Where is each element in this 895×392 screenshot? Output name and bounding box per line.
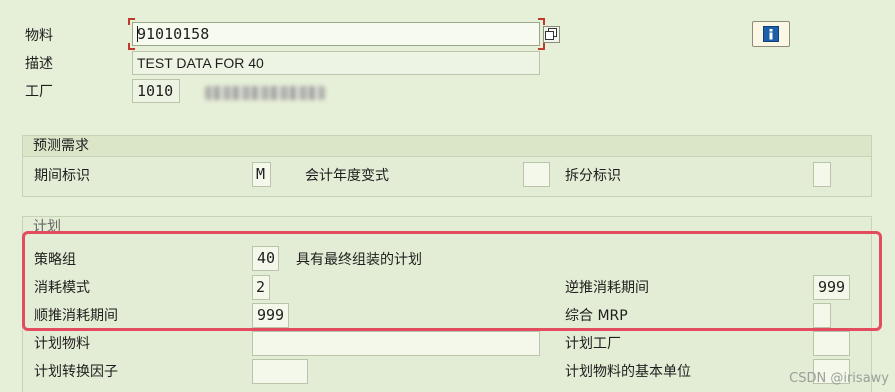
annotation-highlight-box	[22, 231, 882, 331]
conversion-factor-label: 计划转换因子	[34, 364, 118, 380]
period-indicator-value: M	[256, 165, 266, 183]
conversion-factor-input[interactable]	[252, 359, 308, 384]
focus-corner-tl	[128, 18, 135, 25]
plant-name-redacted	[205, 86, 325, 100]
info-icon	[763, 26, 779, 42]
description-label: 描述	[25, 56, 53, 72]
planning-material-label: 计划物料	[34, 336, 90, 352]
fiscal-year-variant-input[interactable]	[523, 162, 550, 187]
fiscal-year-variant-label: 会计年度变式	[305, 168, 389, 184]
forecast-group: 预测需求	[22, 135, 872, 197]
description-value: TEST DATA FOR 40	[137, 55, 264, 71]
description-field[interactable]: TEST DATA FOR 40	[132, 51, 540, 75]
period-indicator-label: 期间标识	[34, 168, 90, 184]
split-indicator-label: 拆分标识	[565, 168, 621, 184]
info-button[interactable]	[752, 21, 790, 47]
material-input[interactable]: 91010158	[132, 22, 540, 46]
text-cursor	[137, 26, 138, 42]
planning-material-input[interactable]	[252, 331, 540, 356]
multiple-selection-button[interactable]	[543, 26, 560, 43]
focus-corner-br	[538, 43, 545, 50]
material-label: 物料	[25, 28, 53, 44]
focus-corner-tr	[538, 18, 545, 25]
split-indicator-input[interactable]	[813, 162, 831, 187]
period-indicator-input[interactable]: M	[252, 162, 271, 187]
material-value: 91010158	[137, 25, 210, 43]
forecast-group-title: 预测需求	[23, 136, 871, 157]
plant-label: 工厂	[25, 84, 53, 100]
plant-field[interactable]: 1010	[132, 79, 180, 103]
plant-value: 1010	[137, 82, 174, 100]
planning-plant-label: 计划工厂	[565, 336, 621, 352]
focus-corner-bl	[128, 43, 135, 50]
planning-plant-input[interactable]	[813, 331, 850, 356]
watermark: CSDN @irisawy	[789, 371, 889, 386]
copy-icon	[545, 28, 557, 40]
planning-material-base-unit-label: 计划物料的基本单位	[565, 364, 691, 380]
